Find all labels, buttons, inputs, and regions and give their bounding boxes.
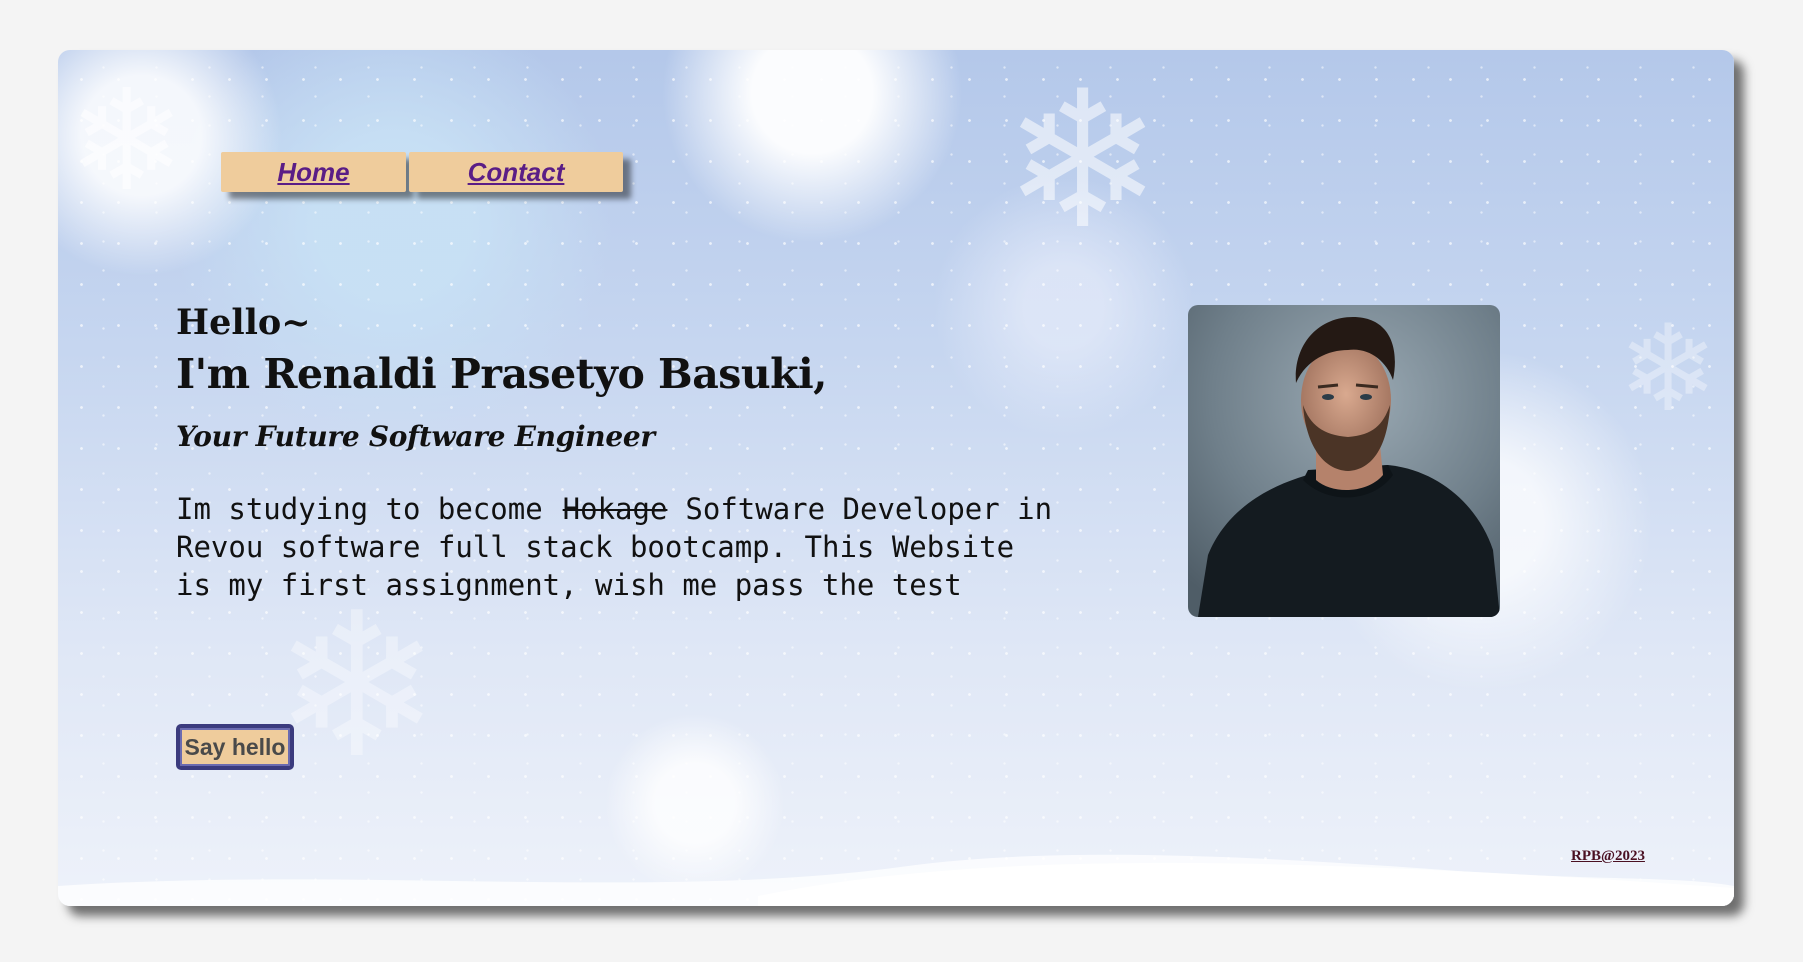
struck-word: Hokage	[562, 492, 668, 526]
snowflake-icon: ❄	[68, 60, 186, 223]
snowflake-icon: ❄	[1003, 50, 1163, 271]
snowflake-icon: ❄	[1618, 300, 1719, 439]
say-hello-button[interactable]: Say hello	[176, 724, 294, 770]
nav-contact-link[interactable]: Contact	[409, 152, 623, 192]
snowflake-icon: ❄	[273, 570, 441, 803]
profile-photo-image	[1188, 305, 1500, 617]
footer-credit-link[interactable]: RPB@2023	[1571, 848, 1645, 865]
hero-card: ❄ ❄ ❄ ❄ Home Contact Hello~ I'm Renaldi …	[58, 50, 1734, 906]
top-nav: Home Contact	[221, 152, 623, 192]
intro-text-start: Im studying to become	[176, 492, 543, 526]
tagline: Your Future Software Engineer	[176, 420, 655, 453]
name-heading: I'm Renaldi Prasetyo Basuki,	[176, 350, 827, 398]
greeting-heading: Hello~	[176, 302, 311, 343]
intro-paragraph: Im studying to become Hokage Software Deve…	[176, 490, 1056, 604]
snow-ground	[58, 854, 1734, 906]
profile-photo	[1188, 305, 1500, 617]
nav-home-link[interactable]: Home	[221, 152, 406, 192]
